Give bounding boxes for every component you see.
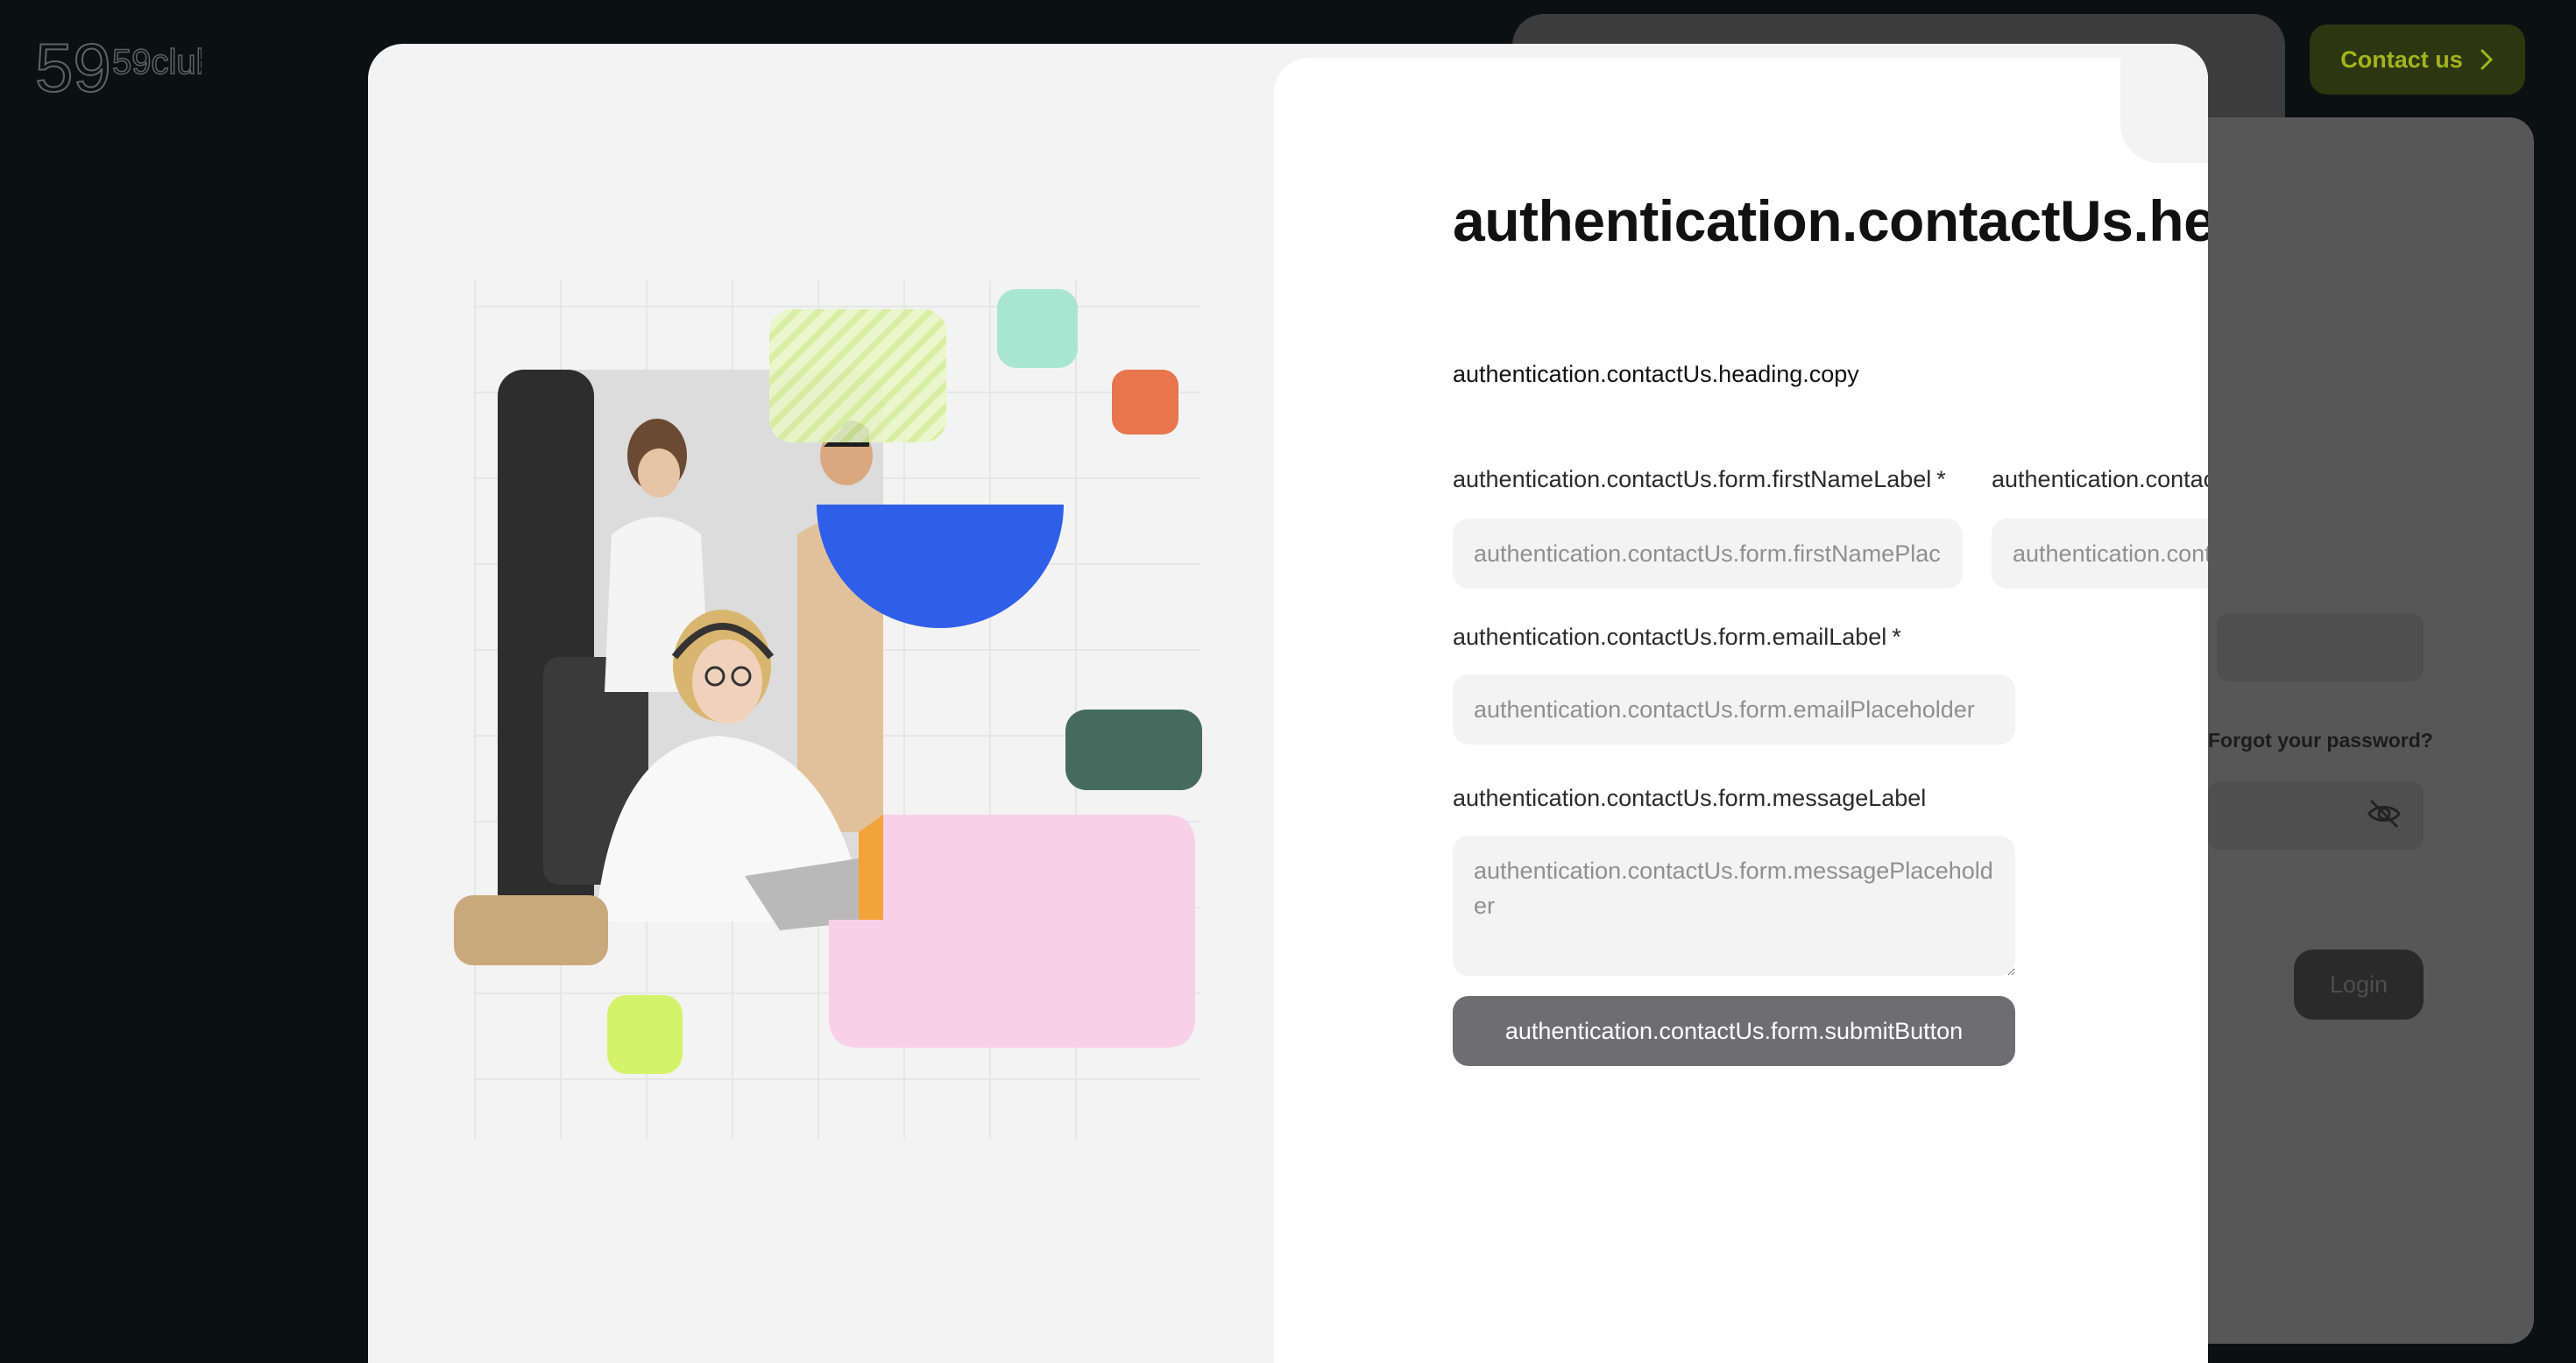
- first-name-input[interactable]: [1453, 519, 1963, 589]
- shape-teal: [1065, 710, 1202, 790]
- logo-text: 59club: [112, 43, 202, 81]
- shape-orange: [1112, 370, 1178, 434]
- support-photo: [498, 370, 883, 930]
- last-name-input[interactable]: [1992, 519, 2208, 589]
- submit-button[interactable]: authentication.contactUs.form.submitButt…: [1453, 996, 2015, 1066]
- shape-pink: [829, 815, 1195, 1048]
- modal-copy: authentication.contactUs.heading.copy: [1453, 361, 1859, 387]
- forgot-password-link[interactable]: Forgot your password?: [2208, 729, 2433, 752]
- contact-illustration: [454, 280, 1202, 1139]
- modal-heading: authentication.contactUs.heading.title: [1453, 188, 2208, 253]
- contact-us-button[interactable]: Contact us: [2310, 25, 2525, 95]
- background-email-field[interactable]: [2217, 613, 2424, 682]
- eye-off-icon[interactable]: [2366, 795, 2403, 832]
- contact-modal: authentication.contactUs.heading.title a…: [368, 44, 2208, 1363]
- contact-form-card: authentication.contactUs.heading.title a…: [1274, 58, 2208, 1363]
- shape-lime: [607, 995, 683, 1074]
- shape-lime-stripes: [769, 309, 946, 442]
- last-name-label: authentication.contactUs.form.lastNameLa…: [1992, 466, 2208, 492]
- email-input[interactable]: [1453, 674, 2015, 745]
- svg-text:59: 59: [35, 32, 111, 102]
- logo: 59 59club: [35, 32, 202, 102]
- shape-tan: [454, 895, 608, 965]
- email-label: authentication.contactUs.form.emailLabel…: [1453, 624, 1901, 650]
- message-textarea[interactable]: [1453, 836, 2015, 976]
- chevron-right-icon: [2480, 49, 2493, 70]
- shape-mint: [997, 289, 1078, 368]
- message-label: authentication.contactUs.form.messageLab…: [1453, 785, 1927, 811]
- contact-us-label: Contact us: [2340, 46, 2463, 73]
- close-notch: [2120, 58, 2208, 163]
- first-name-label: authentication.contactUs.form.firstNameL…: [1453, 466, 1946, 492]
- required-mark: *: [1892, 624, 1901, 650]
- login-button[interactable]: Login: [2294, 950, 2424, 1020]
- required-mark: *: [1936, 466, 1946, 492]
